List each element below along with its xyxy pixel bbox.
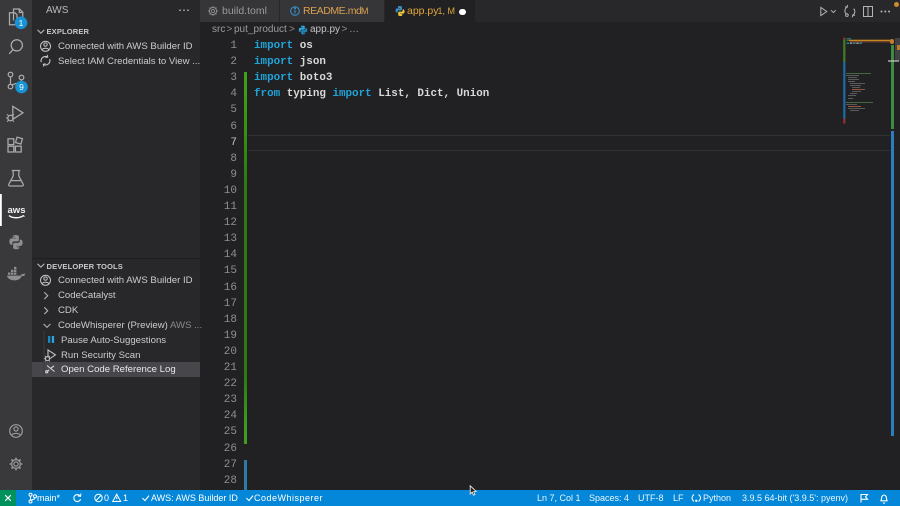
svg-text:9: 9 (19, 82, 24, 92)
svg-text:1: 1 (19, 18, 24, 28)
svg-text:aws: aws (8, 205, 26, 216)
